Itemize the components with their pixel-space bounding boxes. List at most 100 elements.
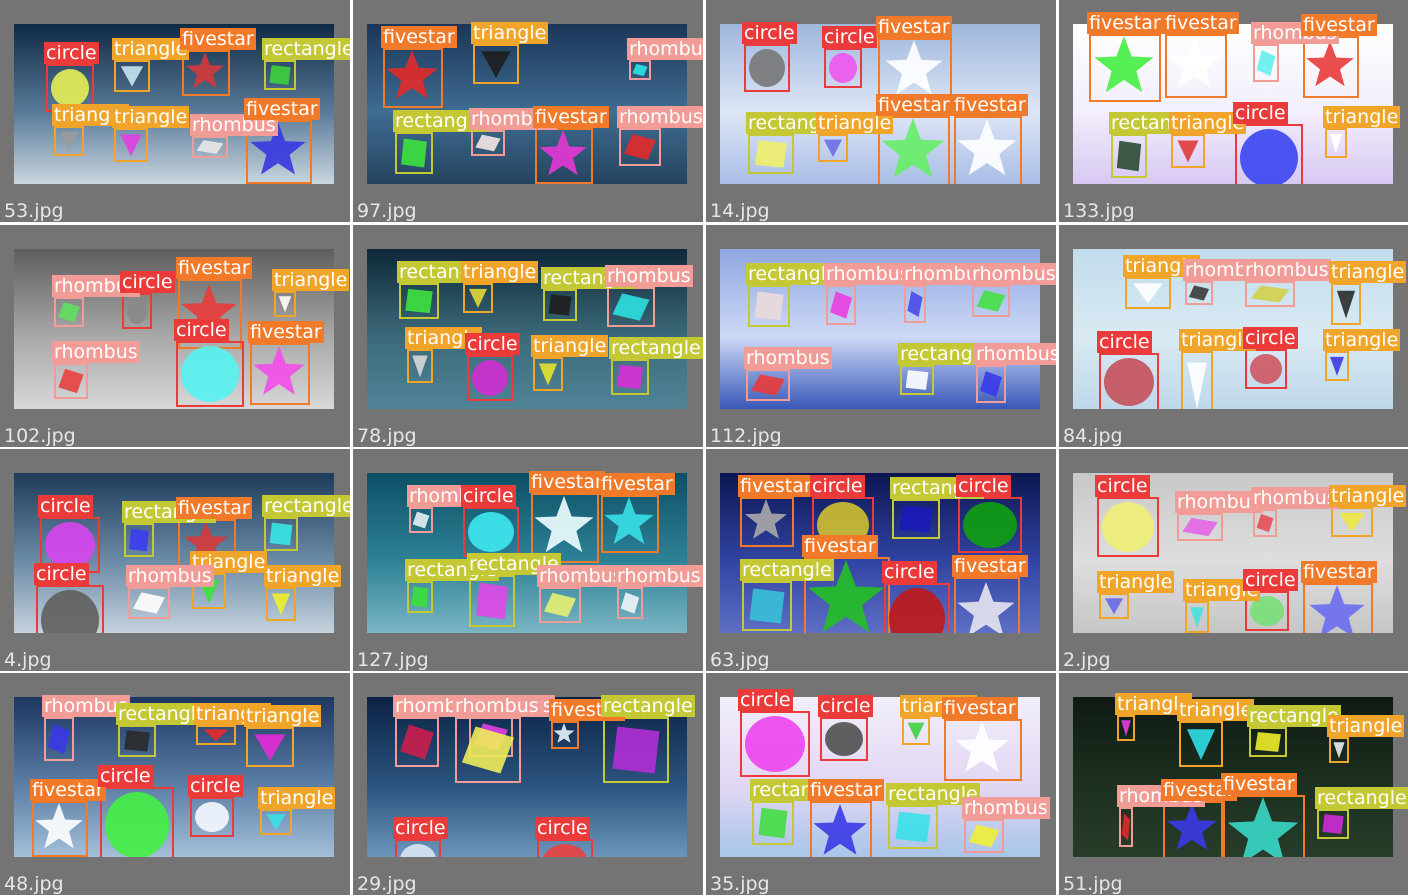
- triangle-shape-icon: [1330, 356, 1344, 376]
- detection-box-fivestar: [250, 343, 310, 405]
- fivestar-shape-icon: [745, 499, 787, 539]
- detection-box-rectangle: [900, 365, 934, 395]
- detection-box-circle: [1099, 353, 1159, 409]
- fivestar-shape-icon: [1167, 803, 1217, 850]
- fivestar-shape-icon: [1094, 36, 1154, 93]
- fivestar-shape-icon: [813, 804, 867, 855]
- detection-box-triangle: [463, 283, 493, 313]
- detection-box-triangle: [902, 717, 930, 745]
- triangle-shape-icon: [1121, 720, 1131, 737]
- detection-box-fivestar: [944, 719, 1022, 781]
- rhombus-shape-icon: [751, 374, 785, 396]
- rectangle-shape-icon: [401, 138, 427, 168]
- image-tile[interactable]: rhombusrhombusfivestarrectanglecirclerho…: [353, 673, 703, 895]
- detection-box-rectangle: [469, 575, 515, 627]
- detection-label: fivestar: [1221, 773, 1297, 795]
- detection-box-circle: [884, 583, 950, 633]
- tile-filename: 97.jpg: [357, 200, 417, 222]
- detection-label: rhombus: [1251, 487, 1339, 509]
- detection-box-rhombus: [128, 587, 170, 619]
- image-tile[interactable]: rectangle rhombus rhombus rhombus rhombus rec…: [706, 225, 1056, 447]
- detection-box-triangle: [1331, 507, 1373, 537]
- detection-box-triangle: [1329, 737, 1349, 763]
- detection-label: fivestar: [381, 26, 457, 48]
- detection-box-triangle: [473, 44, 519, 84]
- image-tile[interactable]: rhombus circle fivestar fivestar rectangle re…: [353, 449, 703, 671]
- image-tile[interactable]: rectangle triangle rectangle rhombus triangl…: [353, 225, 703, 447]
- circle-shape-icon: [825, 722, 863, 756]
- rectangle-shape-icon: [411, 586, 429, 608]
- tile-filename: 35.jpg: [710, 873, 770, 895]
- detection-label: fivestar: [942, 697, 1018, 719]
- image-tile[interactable]: fivestar fivestar rhombus fivestar rectangle…: [1059, 0, 1408, 222]
- detection-box-circle: [36, 585, 104, 633]
- triangle-shape-icon: [1338, 512, 1366, 532]
- detection-label: circle: [535, 817, 590, 839]
- detection-box-rhombus: [617, 587, 643, 619]
- detection-label: triangle: [258, 787, 336, 809]
- image-tile[interactable]: circle rectangle fivestar rectangle circle tr…: [0, 449, 350, 671]
- detection-box-rhombus: [539, 587, 581, 623]
- detection-box-rhombus: [409, 507, 433, 533]
- circle-shape-icon: [1104, 358, 1154, 406]
- detection-label: rhombus: [970, 263, 1056, 285]
- rectangle-shape-icon: [476, 582, 508, 620]
- detection-box-fivestar: [383, 48, 443, 108]
- detection-label: fivestar: [1301, 561, 1377, 583]
- fivestar-shape-icon: [957, 119, 1017, 176]
- image-tile[interactable]: circle rhombus rhombus triangle triangle tria…: [1059, 449, 1408, 671]
- image-tile[interactable]: circle circle triangle fivestar rectangle fiv…: [706, 673, 1056, 895]
- detection-label: fivestar: [802, 535, 878, 557]
- detection-label: fivestar: [738, 475, 814, 497]
- detection-box-rectangle: [603, 717, 669, 783]
- image-tile[interactable]: fivestartrianglerhombusrectanglerhombusf…: [353, 0, 703, 222]
- detection-label: fivestar: [808, 779, 884, 801]
- detection-box-rectangle: [118, 725, 156, 757]
- rectangle-shape-icon: [899, 505, 933, 533]
- image-tile[interactable]: rhombus circle fivestar triangle rhombus circ…: [0, 225, 350, 447]
- image-tile[interactable]: triangle rhombus rhombus triangle circle tria…: [1059, 225, 1408, 447]
- detection-box-circle: [176, 341, 244, 407]
- image-tile[interactable]: rhombus rectangle triangle triangle fivestar…: [0, 673, 350, 895]
- triangle-shape-icon: [278, 296, 292, 313]
- image-tile[interactable]: circle circle fivestar rectangle triangle fiv…: [706, 0, 1056, 222]
- rhombus-shape-icon: [196, 140, 224, 154]
- detection-box-rhombus: [1253, 44, 1279, 82]
- detection-box-triangle: [114, 60, 150, 92]
- detection-box-rhombus: [192, 136, 228, 158]
- detection-box-triangle: [54, 126, 84, 156]
- detection-box-triangle: [818, 134, 848, 162]
- detection-box-rhombus: [54, 297, 84, 327]
- triangle-shape-icon: [203, 729, 229, 742]
- detection-box-fivestar: [1223, 795, 1305, 857]
- rhombus-shape-icon: [612, 293, 650, 321]
- detection-label: fivestar: [533, 106, 609, 128]
- detection-label: rectangle: [262, 38, 350, 60]
- image-tile[interactable]: circle triangle fivestar rectangle triangle t…: [0, 0, 350, 222]
- fivestar-shape-icon: [534, 496, 594, 553]
- tile-filename: 51.jpg: [1063, 873, 1123, 895]
- rhombus-shape-icon: [461, 726, 515, 774]
- triangle-shape-icon: [538, 363, 558, 386]
- detection-label: circle: [1243, 327, 1298, 349]
- detection-label: fivestar: [529, 471, 605, 493]
- detection-box-circle: [100, 787, 174, 857]
- circle-shape-icon: [749, 49, 785, 87]
- detection-box-circle: [1245, 349, 1287, 389]
- rhombus-shape-icon: [48, 723, 70, 755]
- detection-label: circle: [38, 495, 93, 517]
- rhombus-shape-icon: [58, 302, 80, 322]
- detection-label: rhombus: [617, 106, 703, 128]
- circle-shape-icon: [181, 346, 239, 402]
- detection-label: rhombus: [1243, 259, 1331, 281]
- detection-label: circle: [956, 475, 1011, 497]
- rhombus-shape-icon: [1250, 285, 1290, 303]
- rhombus-shape-icon: [475, 134, 501, 152]
- fivestar-shape-icon: [604, 497, 654, 544]
- detection-box-fivestar: [740, 497, 794, 547]
- image-tile[interactable]: triangletrianglerectangletrianglerhombus…: [1059, 673, 1408, 895]
- detection-label: fivestar: [599, 473, 675, 495]
- image-tile[interactable]: fivestar circle rectangle circle rectangle fi…: [706, 449, 1056, 671]
- detection-label: fivestar: [248, 321, 324, 343]
- detection-box-rectangle: [1249, 727, 1287, 757]
